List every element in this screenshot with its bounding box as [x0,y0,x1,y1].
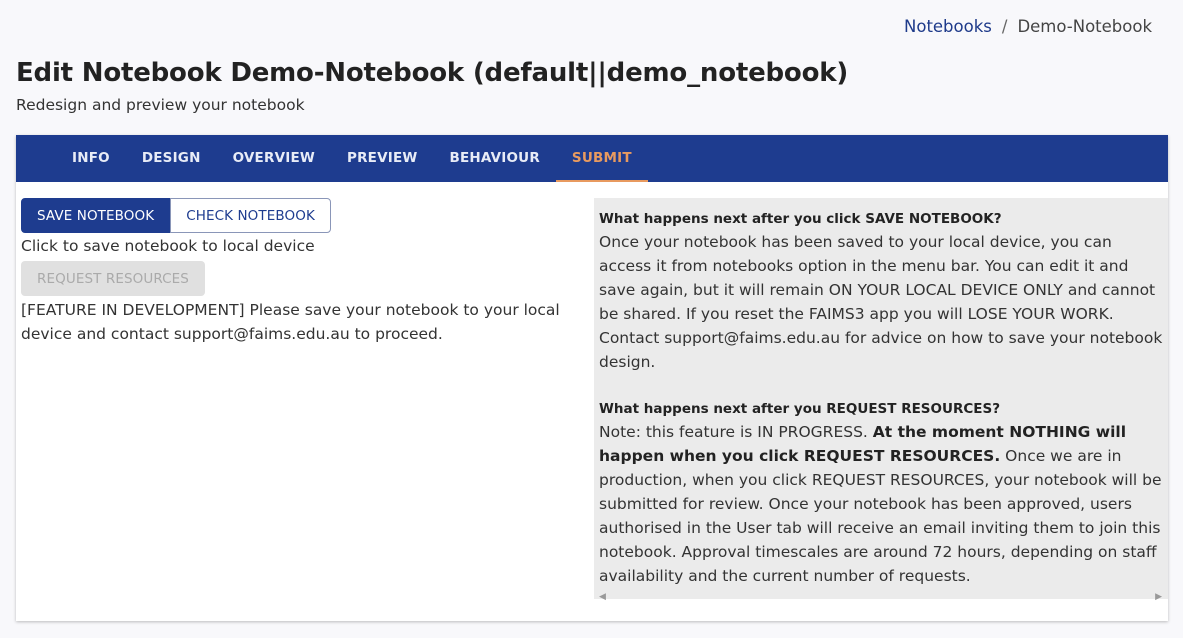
save-notebook-button[interactable]: SAVE NOTEBOOK [21,198,171,233]
tab-bar: INFO DESIGN OVERVIEW PREVIEW BEHAVIOUR S… [16,135,1168,182]
scroll-right-icon[interactable]: ▶ [1155,585,1162,609]
request-info-note: Note: this feature is IN PROGRESS. [599,423,868,441]
tab-submit[interactable]: SUBMIT [555,135,648,182]
save-info-heading: What happens next after you click SAVE N… [599,211,1002,227]
tab-info[interactable]: INFO [56,135,126,182]
page-title: Edit Notebook Demo-Notebook (default||de… [16,58,849,88]
tab-preview[interactable]: PREVIEW [331,135,434,182]
tab-overview[interactable]: OVERVIEW [217,135,331,182]
request-resources-button: REQUEST RESOURCES [21,261,205,296]
horizontal-scrollbar[interactable]: ◀ ▶ [594,583,1168,602]
breadcrumb-current: Demo-Notebook [1017,17,1152,36]
request-info-text: Once we are in production, when you clic… [599,447,1162,585]
breadcrumb-separator: / [1001,17,1008,36]
request-info-paragraph: Note: this feature is IN PROGRESS. At th… [599,420,1168,588]
request-info-heading: What happens next after you REQUEST RESO… [599,401,1001,417]
info-panel: What happens next after you click SAVE N… [594,198,1168,602]
save-hint: Click to save notebook to local device [21,237,315,255]
check-notebook-button[interactable]: CHECK NOTEBOOK [170,198,331,233]
scroll-left-icon[interactable]: ◀ [599,585,606,609]
tab-behaviour[interactable]: BEHAVIOUR [433,135,555,182]
breadcrumb: Notebooks / Demo-Notebook [904,17,1152,36]
breadcrumb-link-notebooks[interactable]: Notebooks [904,17,992,36]
feature-dev-note: [FEATURE IN DEVELOPMENT] Please save you… [21,301,560,343]
tab-design[interactable]: DESIGN [126,135,217,182]
editor-card: INFO DESIGN OVERVIEW PREVIEW BEHAVIOUR S… [16,135,1168,621]
page-subtitle: Redesign and preview your notebook [16,96,305,114]
save-info-text: Once your notebook has been saved to you… [599,233,1163,371]
button-group: SAVE NOTEBOOK CHECK NOTEBOOK [21,198,591,233]
submit-actions: SAVE NOTEBOOK CHECK NOTEBOOK Click to sa… [21,198,591,346]
